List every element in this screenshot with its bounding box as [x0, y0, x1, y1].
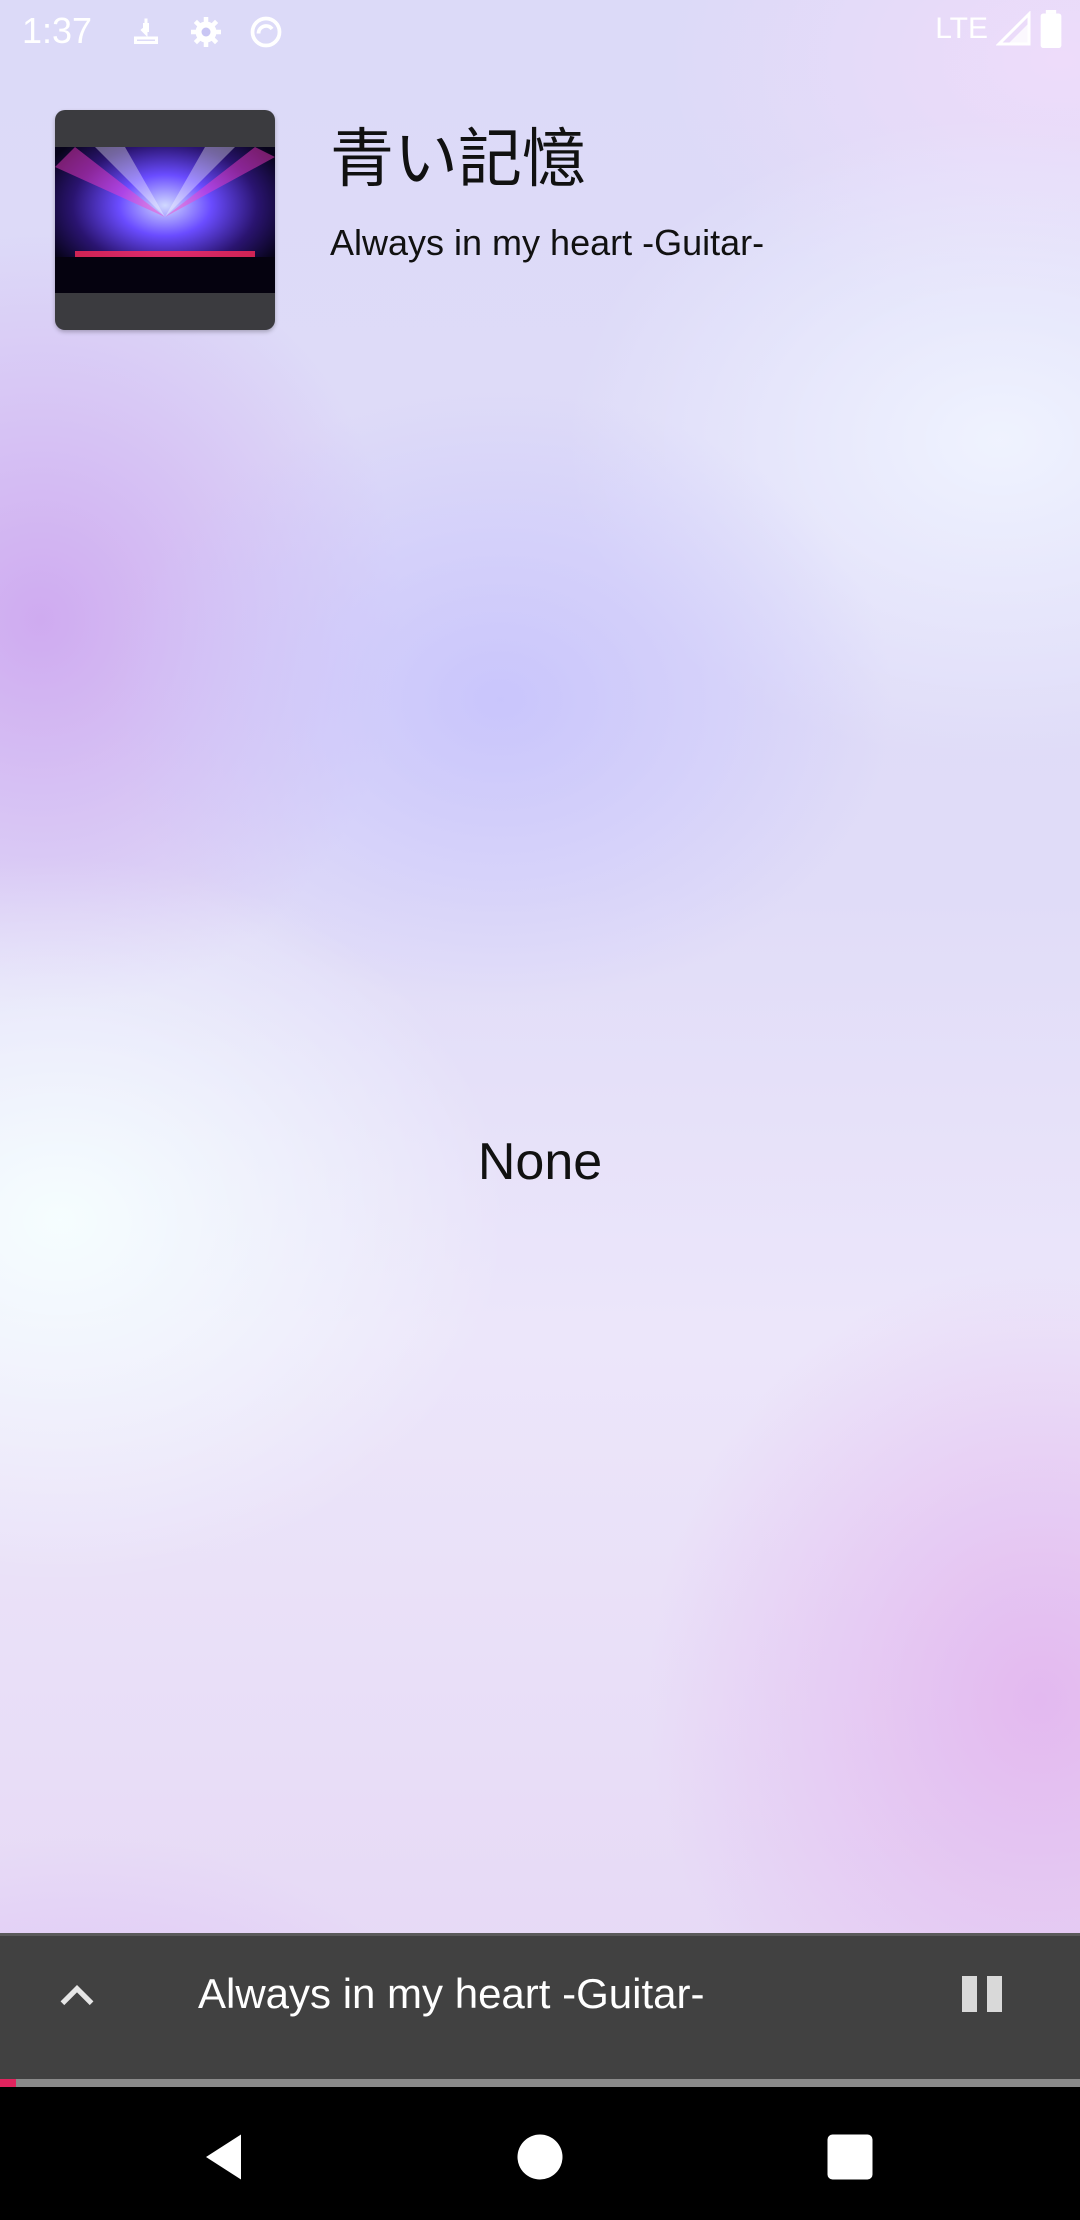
navigation-bar — [0, 2087, 1080, 2220]
status-right: LTE — [935, 10, 1062, 48]
mini-player[interactable]: Always in my heart -Guitar- — [0, 1933, 1080, 2084]
download-icon — [134, 18, 158, 44]
pause-icon[interactable] — [958, 1970, 1006, 2018]
home-icon[interactable] — [510, 2127, 570, 2187]
signal-icon — [996, 11, 1031, 46]
battery-icon — [1040, 10, 1062, 48]
playback-progress-bar[interactable] — [0, 2079, 1080, 2087]
status-bar: 1:37 LTE — [0, 0, 1080, 66]
network-label: LTE — [935, 12, 988, 45]
back-icon[interactable] — [196, 2127, 256, 2187]
settings-icon — [191, 17, 221, 47]
playback-progress-fill — [0, 2079, 17, 2087]
lyrics-placeholder: None — [477, 1133, 603, 1191]
recents-icon[interactable] — [820, 2127, 880, 2187]
sync-icon — [250, 16, 282, 48]
track-subtitle: Always in my heart -Guitar- — [330, 222, 765, 263]
status-time: 1:37 — [22, 10, 93, 51]
mini-player-title[interactable]: Always in my heart -Guitar- — [198, 1970, 704, 2018]
track-title: 青い記憶 — [330, 123, 586, 197]
concert-stage-image — [55, 147, 275, 293]
album-art[interactable] — [55, 110, 275, 330]
chevron-up-icon[interactable] — [52, 1972, 102, 2022]
